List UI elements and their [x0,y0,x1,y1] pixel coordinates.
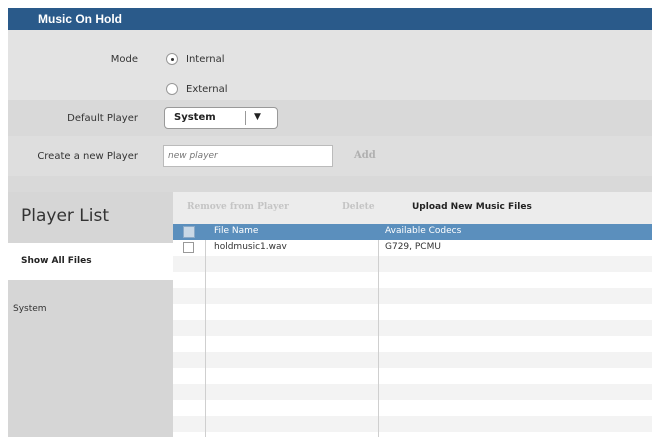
player-list-sidebar: Player List Show All Files System [8,192,173,437]
delete-button[interactable]: Delete [342,202,375,212]
default-player-label: Default Player [67,113,138,124]
select-all-checkbox[interactable] [183,226,195,238]
sidebar-item-system[interactable]: System [13,304,47,314]
music-files-table: File Name Available Codecs holdmusic1.wa… [173,224,652,437]
chevron-down-icon: ▼ [254,112,261,122]
radio-external[interactable] [166,83,178,95]
remove-from-player-button[interactable]: Remove from Player [187,202,289,212]
table-row-empty [173,352,652,368]
mode-section [8,30,652,100]
column-header-codecs[interactable]: Available Codecs [385,226,461,236]
sidebar-item-label: Show All Files [21,256,92,266]
table-row-empty [173,256,652,272]
table-row-empty [173,384,652,400]
table-row-empty [173,288,652,304]
row-checkbox[interactable] [183,242,194,253]
radio-internal-label[interactable]: Internal [186,54,225,65]
radio-external-label[interactable]: External [186,84,228,95]
table-row-empty [173,320,652,336]
panel-title: Music On Hold [38,12,122,26]
table-header: File Name Available Codecs [173,224,652,240]
music-on-hold-panel: Music On Hold Mode Internal External Def… [8,8,652,437]
new-player-input[interactable] [163,145,333,167]
player-list-title: Player List [21,206,110,226]
table-row-empty [173,416,652,432]
table-row[interactable]: holdmusic1.wav G729, PCMU [173,240,652,256]
codecs-cell: G729, PCMU [385,242,441,252]
title-bar: Music On Hold [8,8,652,30]
new-player-label: Create a new Player [37,151,138,162]
column-header-file-name[interactable]: File Name [214,226,258,236]
radio-internal[interactable] [166,53,178,65]
mode-label: Mode [110,54,138,65]
default-player-select[interactable]: System ▼ [164,107,278,129]
select-divider [245,111,246,125]
default-player-value: System [174,112,216,123]
add-player-button[interactable]: Add [354,150,376,161]
file-name-cell: holdmusic1.wav [214,242,287,252]
sidebar-item-show-all-files[interactable]: Show All Files [8,243,173,280]
upload-music-button[interactable]: Upload New Music Files [412,202,532,212]
file-toolbar: Remove from Player Delete Upload New Mus… [173,192,652,224]
